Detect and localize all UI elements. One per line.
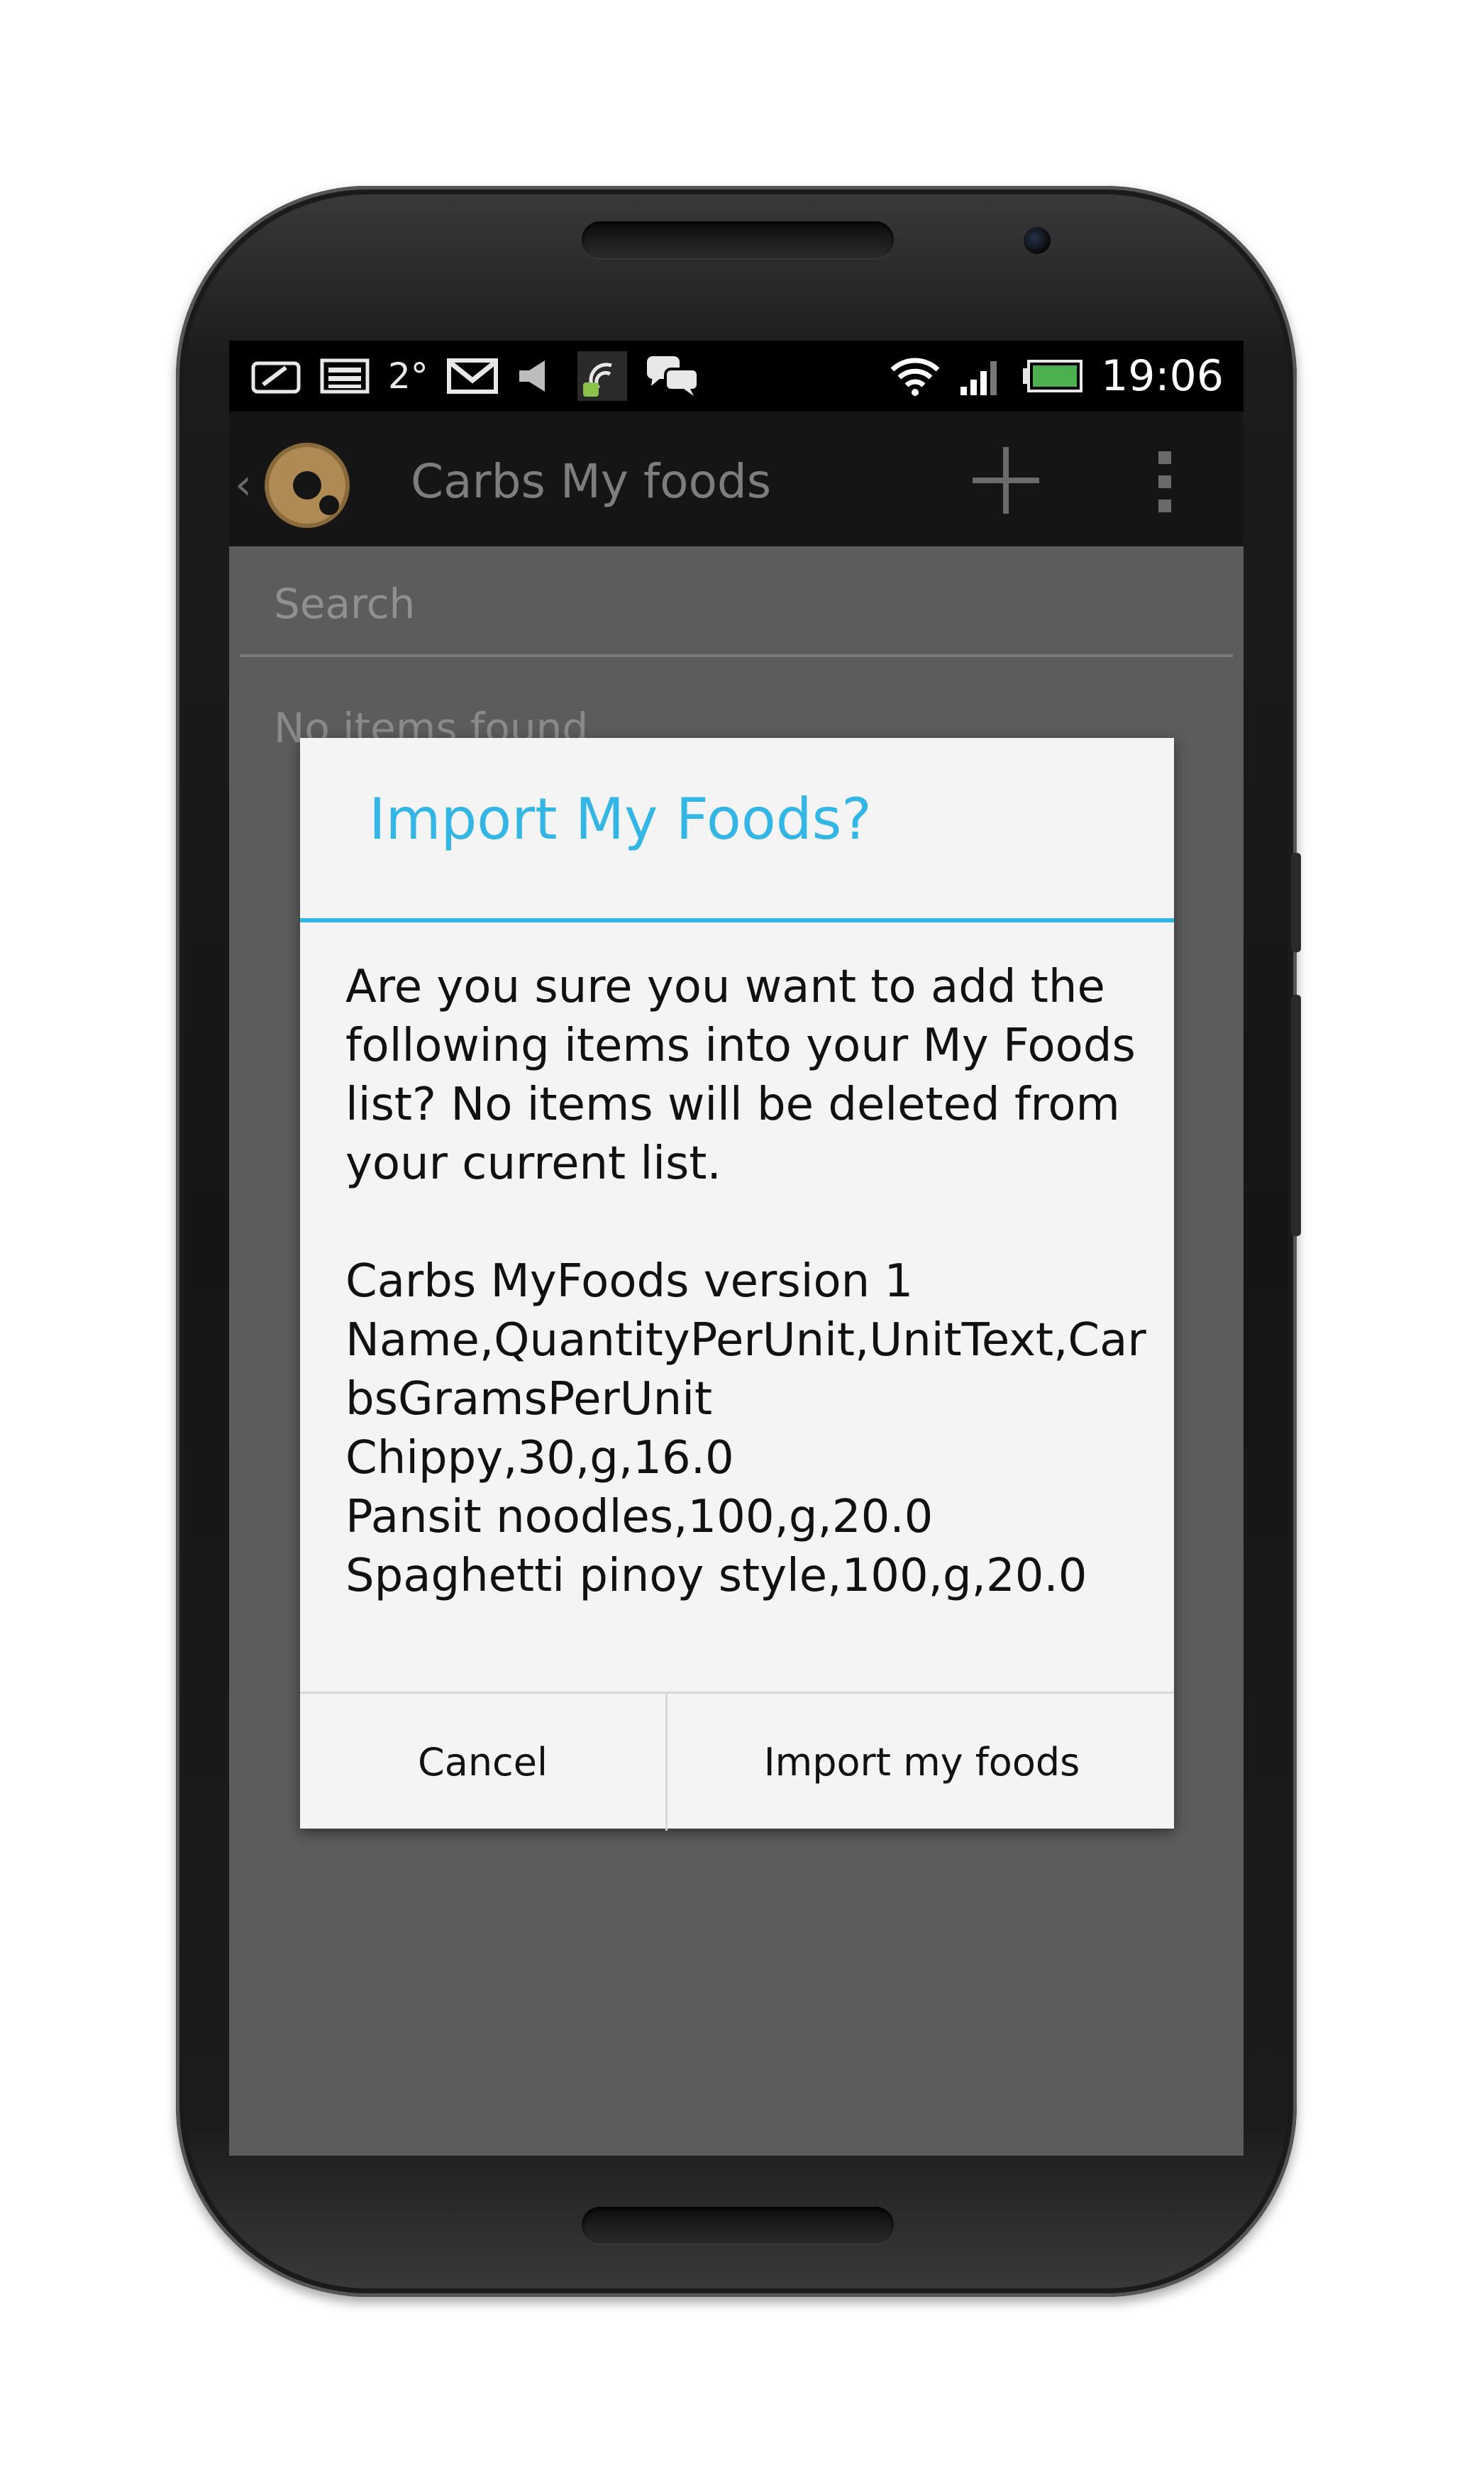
front-camera: [1024, 227, 1051, 254]
action-bar: ‹ Carbs My foods: [229, 412, 1244, 546]
search-area: [229, 546, 1244, 667]
signal-icon: [960, 361, 997, 395]
dialog-message: Are you sure you want to add the followi…: [345, 961, 1136, 1190]
battery-icon: [1023, 360, 1083, 392]
photo-icon: [320, 358, 370, 394]
volume-mute-icon: [519, 360, 545, 392]
action-bar-title: Carbs My foods: [411, 454, 772, 509]
dialog-body: Are you sure you want to add the followi…: [345, 958, 1147, 1606]
clock-text: 19:06: [1101, 351, 1224, 401]
dialog-content-line: Chippy,30,g,16.0: [345, 1432, 734, 1484]
add-icon[interactable]: [967, 441, 1045, 519]
wifi-icon: [890, 358, 940, 396]
overflow-menu-icon[interactable]: [1151, 447, 1180, 518]
dialog-content-line: Name,QuantityPerUnit,UnitText,CarbsGrams…: [345, 1314, 1146, 1426]
import-dialog: Import My Foods? Are you sure you want t…: [300, 738, 1174, 1831]
dialog-content-line: Spaghetti pinoy style,100,g,20.0: [345, 1550, 1087, 1602]
temperature-text: 2°: [388, 355, 428, 397]
import-my-foods-button[interactable]: Import my foods: [670, 1694, 1174, 1831]
status-bar: 2° 19:06: [229, 341, 1244, 412]
up-caret-icon[interactable]: ‹: [235, 460, 252, 509]
chat-icon: [646, 356, 699, 396]
bottom-speaker: [582, 2207, 894, 2244]
dialog-title: Import My Foods?: [369, 786, 872, 852]
top-speaker: [582, 221, 894, 258]
dialog-content-line: Pansit noodles,100,g,20.0: [345, 1491, 934, 1543]
gmail-icon: [446, 358, 498, 394]
screen: 2° 19:06 ‹ Carbs My foods Search No item…: [229, 341, 1244, 2156]
dialog-title-divider: [300, 918, 1174, 922]
android-sync-icon: [577, 351, 627, 401]
search-input[interactable]: [240, 553, 1233, 657]
power-button: [1291, 853, 1301, 952]
volume-button: [1291, 995, 1301, 1236]
cancel-button[interactable]: Cancel: [300, 1694, 668, 1831]
app-logo-icon[interactable]: [262, 440, 353, 531]
dialog-button-bar: Cancel Import my foods: [300, 1692, 1174, 1831]
screenshot-icon: [251, 361, 301, 394]
dialog-content-line: Carbs MyFoods version 1: [345, 1255, 914, 1308]
